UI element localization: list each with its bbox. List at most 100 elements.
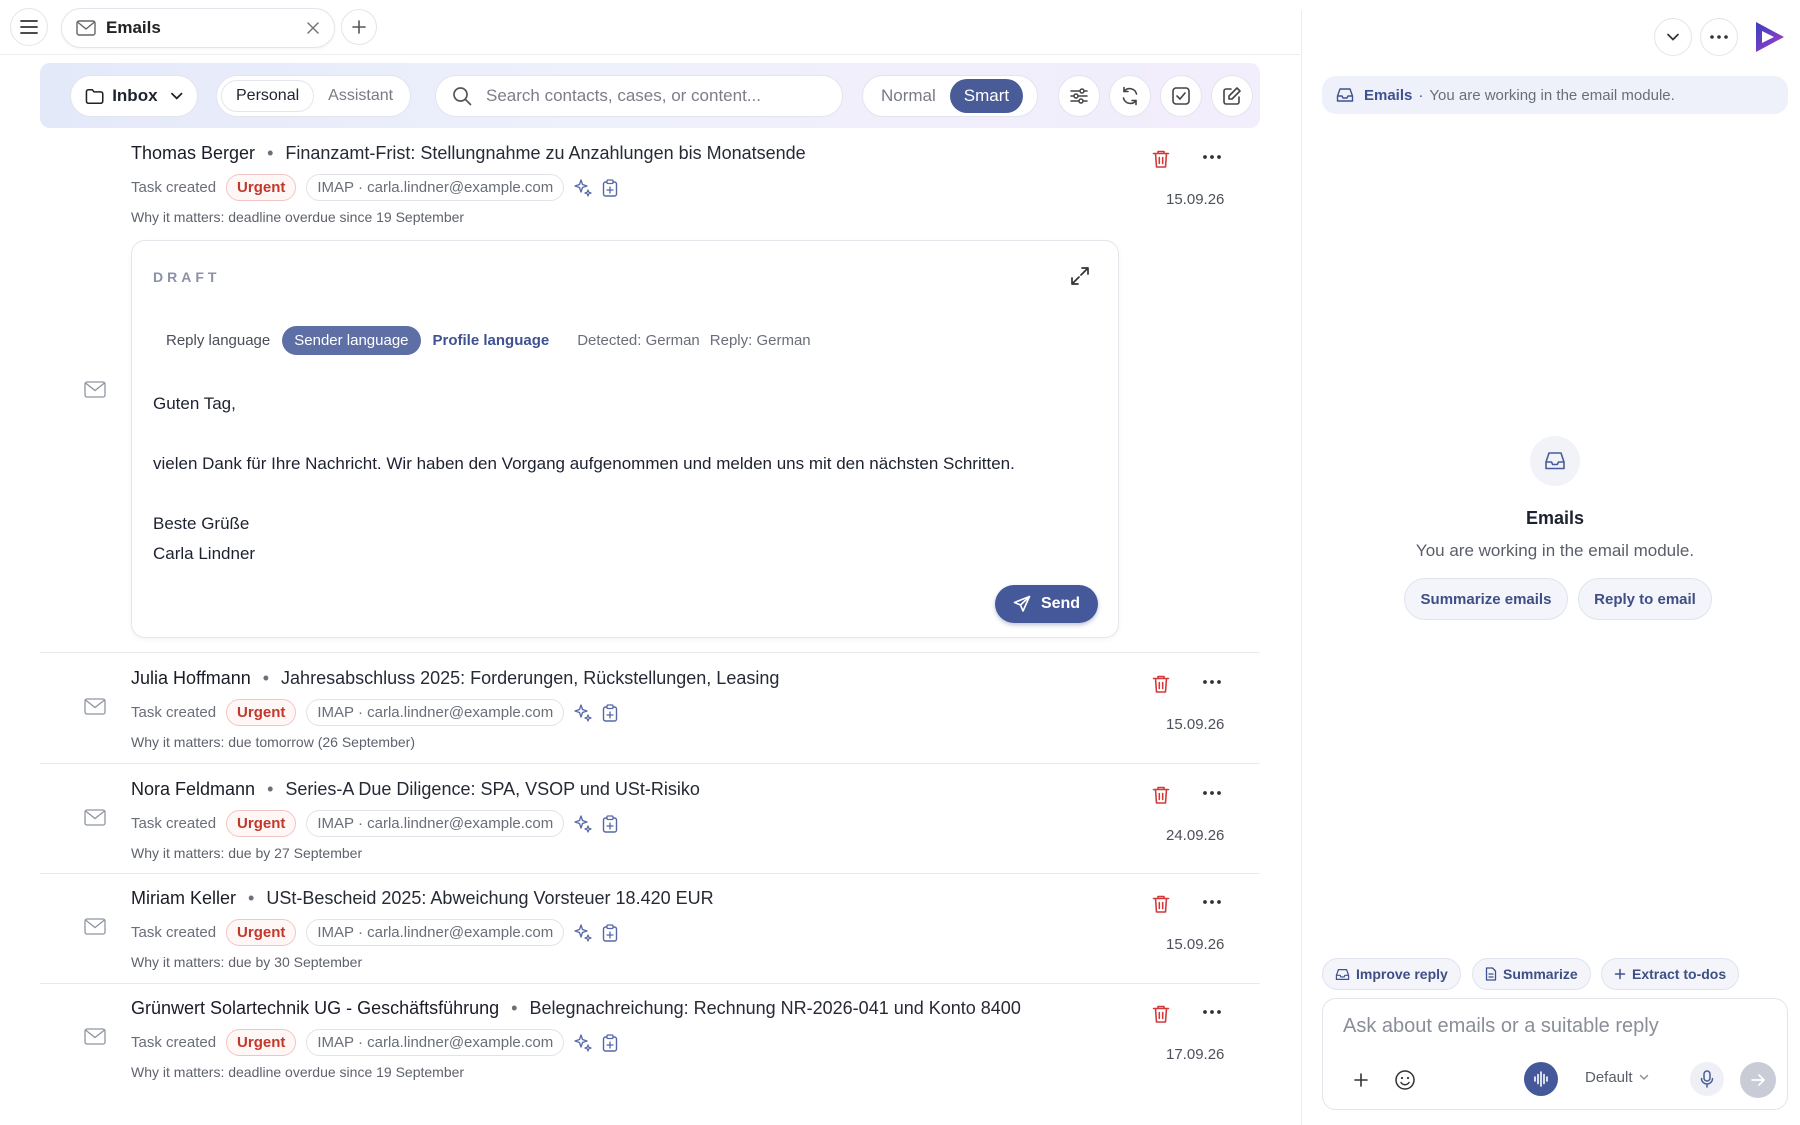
inbox-icon-wrap bbox=[1530, 436, 1580, 486]
microphone-button[interactable] bbox=[1690, 1062, 1724, 1096]
mail-icon bbox=[84, 809, 106, 826]
clipboard-icon[interactable] bbox=[602, 178, 618, 197]
tasks-button[interactable] bbox=[1160, 75, 1202, 117]
folder-select[interactable]: Inbox bbox=[70, 75, 198, 117]
more-icon[interactable] bbox=[1202, 1002, 1222, 1022]
plus-icon[interactable] bbox=[1353, 1072, 1369, 1088]
separator-dot: • bbox=[267, 779, 274, 799]
account-badge: IMAP · carla.lindner@example.com bbox=[306, 919, 565, 946]
document-icon bbox=[1485, 967, 1497, 981]
view-personal[interactable]: Personal bbox=[221, 80, 315, 112]
account-badge: IMAP · carla.lindner@example.com bbox=[306, 699, 565, 726]
account-badge: IMAP · carla.lindner@example.com bbox=[306, 174, 565, 201]
menu-button[interactable] bbox=[10, 8, 48, 46]
banner-dot: · bbox=[1418, 86, 1424, 104]
email-subject: Finanzamt-Frist: Stellungnahme zu Anzahl… bbox=[285, 143, 806, 163]
more-icon[interactable] bbox=[1202, 147, 1222, 167]
email-row[interactable]: Nora Feldmann • Series-A Due Diligence: SP… bbox=[40, 779, 1260, 869]
sparkle-icon[interactable] bbox=[574, 703, 592, 722]
email-row[interactable]: Miriam Keller • USt-Bescheid 2025: Abweich… bbox=[40, 888, 1260, 978]
panel-more-button[interactable] bbox=[1700, 18, 1738, 56]
mail-icon bbox=[84, 381, 106, 398]
urgent-badge: Urgent bbox=[226, 1029, 297, 1056]
compose-button[interactable] bbox=[1211, 75, 1253, 117]
why-it-matters: Why it matters: deadline overdue since 1… bbox=[131, 209, 465, 225]
trash-icon[interactable] bbox=[1152, 894, 1170, 914]
mode-normal[interactable]: Normal bbox=[867, 79, 950, 113]
sender-language-option[interactable]: Sender language bbox=[282, 326, 421, 355]
clipboard-icon[interactable] bbox=[602, 703, 618, 722]
task-status: Task created bbox=[131, 704, 217, 721]
filter-button[interactable] bbox=[1058, 75, 1100, 117]
refresh-button[interactable] bbox=[1109, 75, 1151, 117]
folder-label: Inbox bbox=[112, 86, 158, 105]
microphone-icon bbox=[1700, 1070, 1714, 1088]
more-icon[interactable] bbox=[1202, 892, 1222, 912]
folder-icon bbox=[85, 88, 104, 104]
view-assistant[interactable]: Assistant bbox=[314, 80, 407, 112]
sparkle-icon[interactable] bbox=[574, 814, 592, 833]
extract-todos-button[interactable]: Extract to-dos bbox=[1601, 958, 1740, 990]
close-icon[interactable] bbox=[306, 21, 320, 35]
more-icon[interactable] bbox=[1202, 672, 1222, 692]
email-row[interactable]: Grünwert Solartechnik UG - Geschäftsführ… bbox=[40, 998, 1260, 1088]
assistant-input[interactable] bbox=[1343, 1015, 1763, 1038]
banner-module: Emails bbox=[1364, 86, 1413, 104]
separator-dot: • bbox=[262, 668, 270, 688]
trash-icon[interactable] bbox=[1152, 1004, 1170, 1024]
assistant-send-button[interactable] bbox=[1740, 1062, 1776, 1098]
search-icon bbox=[453, 87, 472, 106]
plus-icon bbox=[1614, 968, 1626, 980]
trash-icon[interactable] bbox=[1152, 149, 1170, 169]
app-logo-icon bbox=[1756, 22, 1784, 52]
email-sender: Nora Feldmann bbox=[131, 779, 256, 799]
more-icon[interactable] bbox=[1202, 783, 1222, 803]
view-switch: Personal Assistant bbox=[216, 75, 411, 117]
email-date: 15.09.26 bbox=[1166, 716, 1225, 733]
sparkle-icon[interactable] bbox=[574, 923, 592, 942]
collapse-button[interactable] bbox=[1654, 18, 1692, 56]
email-subject: Series-A Due Diligence: SPA, VSOP und US… bbox=[285, 779, 700, 799]
mail-icon bbox=[84, 698, 106, 715]
inbox-icon bbox=[1545, 452, 1565, 470]
email-row[interactable]: Julia Hoffmann • Jahresabschluss 2025: For… bbox=[40, 668, 1260, 758]
summarize-button[interactable]: Summarize bbox=[1472, 958, 1591, 990]
email-row[interactable]: Thomas Berger • Finanzamt-Frist: Stellungn… bbox=[40, 143, 1260, 233]
reply-to-email-button[interactable]: Reply to email bbox=[1578, 578, 1712, 620]
draft-closing: Beste Grüße bbox=[153, 514, 250, 533]
assistant-title: Emails bbox=[1525, 508, 1585, 528]
clipboard-icon[interactable] bbox=[602, 1033, 618, 1052]
mode-smart[interactable]: Smart bbox=[949, 79, 1024, 113]
clipboard-icon[interactable] bbox=[602, 923, 618, 942]
reply-language-label: Reply language bbox=[166, 332, 271, 349]
new-tab-button[interactable] bbox=[341, 9, 377, 45]
trash-icon[interactable] bbox=[1152, 674, 1170, 694]
search-box[interactable] bbox=[435, 75, 843, 117]
banner-text: You are working in the email module. bbox=[1429, 86, 1675, 104]
improve-reply-button[interactable]: Improve reply bbox=[1322, 958, 1461, 990]
summarize-emails-button[interactable]: Summarize emails bbox=[1404, 578, 1568, 620]
mail-icon bbox=[84, 1028, 106, 1045]
send-label: Send bbox=[1040, 595, 1081, 612]
emoji-icon[interactable] bbox=[1394, 1069, 1416, 1091]
expand-icon[interactable] bbox=[1070, 266, 1090, 286]
task-status: Task created bbox=[131, 815, 217, 832]
voice-mode-button[interactable] bbox=[1524, 1062, 1558, 1096]
model-select[interactable]: Default bbox=[1585, 1069, 1649, 1086]
email-sender: Julia Hoffmann bbox=[131, 668, 251, 688]
search-input[interactable] bbox=[486, 86, 826, 106]
sparkle-icon[interactable] bbox=[574, 1033, 592, 1052]
row-divider bbox=[40, 983, 1260, 984]
draft-label: DRAFT bbox=[153, 269, 221, 285]
send-button[interactable]: Send bbox=[995, 585, 1098, 623]
why-it-matters: Why it matters: due by 30 September bbox=[131, 954, 363, 970]
tab-emails[interactable]: Emails bbox=[61, 8, 335, 48]
trash-icon[interactable] bbox=[1152, 785, 1170, 805]
profile-language-option[interactable]: Profile language bbox=[421, 326, 562, 355]
email-sender: Grünwert Solartechnik UG - Geschäftsführ… bbox=[131, 998, 500, 1018]
sparkle-icon[interactable] bbox=[574, 178, 592, 197]
clipboard-icon[interactable] bbox=[602, 814, 618, 833]
urgent-badge: Urgent bbox=[226, 699, 297, 726]
draft-body[interactable]: Guten Tag, vielen Dank für Ihre Nachrich… bbox=[153, 389, 1015, 569]
urgent-badge: Urgent bbox=[226, 174, 297, 201]
